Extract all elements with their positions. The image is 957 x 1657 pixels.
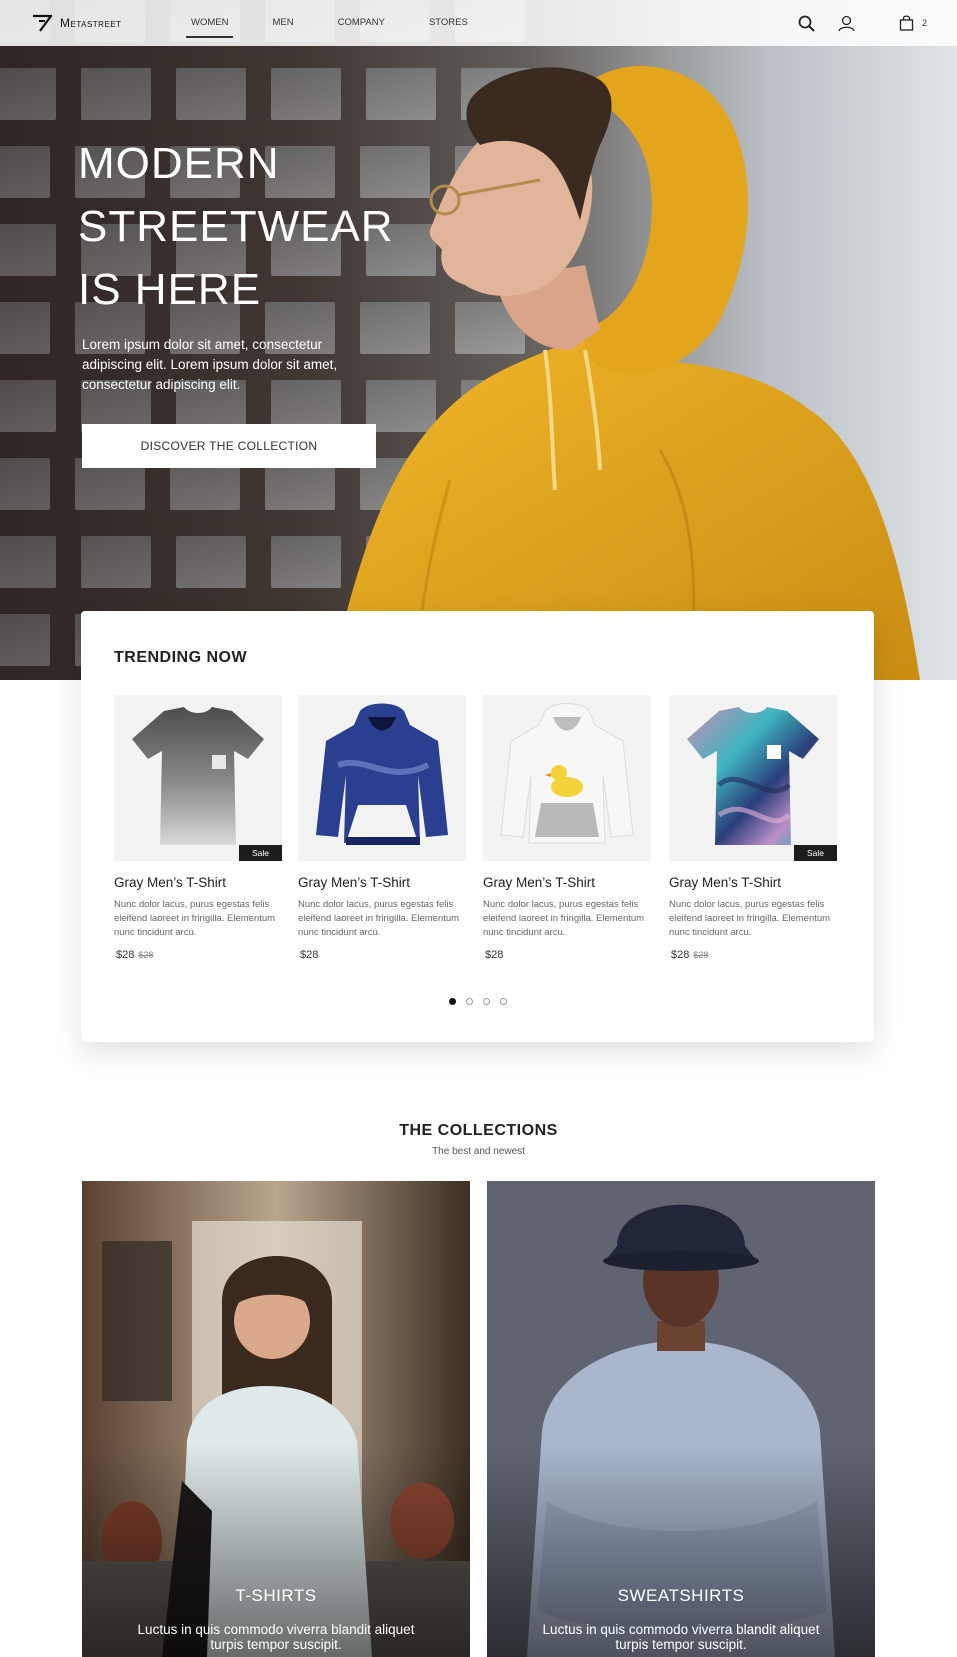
product-description: Nunc dolor lacus, purus egestas felis el… (298, 899, 460, 938)
collection-card-sweatshirts[interactable]: SWEATSHIRTS Luctus in quis commodo viver… (487, 1181, 875, 1657)
brand-name: Metastreet (60, 16, 122, 30)
white-duck-hoodie-image (500, 703, 634, 844)
current-price: $28 (116, 949, 135, 961)
product-name[interactable]: Gray Men’s T-Shirt (669, 875, 837, 890)
collections-subtitle: The best and newest (432, 1146, 525, 1157)
old-price: $28 (138, 950, 154, 960)
cart-count-badge: 2 (921, 18, 927, 28)
product-description: Nunc dolor lacus, purus egestas felis el… (483, 899, 645, 938)
sale-badge: Sale (238, 845, 282, 861)
product-price: $28 $28 (669, 949, 837, 961)
product-price: $28 (298, 949, 466, 961)
gray-tshirt-image (132, 707, 264, 845)
hero-title-line: STREETWEAR (78, 202, 394, 251)
hero-model-image (330, 66, 920, 680)
collection-label[interactable]: SWEATSHIRTS (487, 1586, 875, 1606)
collections-title: THE COLLECTIONS (399, 1122, 558, 1139)
product-image[interactable] (298, 695, 466, 861)
current-price: $28 (671, 949, 690, 961)
logo-icon (33, 14, 52, 32)
product-card[interactable]: Sale Gray Men’s T-Shirt Nunc dolor lacus… (114, 695, 282, 961)
product-name[interactable]: Gray Men’s T-Shirt (483, 875, 651, 890)
carousel-dot[interactable] (449, 998, 456, 1005)
product-name[interactable]: Gray Men’s T-Shirt (298, 875, 466, 890)
product-description: Nunc dolor lacus, purus egestas felis el… (114, 899, 276, 938)
collection-description: Luctus in quis commodo viverra blandit a… (137, 1622, 415, 1652)
nav-link-stores[interactable]: STORES (424, 0, 473, 46)
brand-logo[interactable]: Metastreet (32, 14, 122, 32)
product-image[interactable]: Sale (114, 695, 282, 861)
marble-tshirt-image (687, 707, 819, 845)
collection-card-tshirts[interactable]: T-SHIRTS Luctus in quis commodo viverra … (82, 1181, 470, 1657)
nav-link-company[interactable]: COMPANY (333, 0, 390, 46)
product-card[interactable]: Sale Gray Men’s T-Shirt Nunc dolor lacus… (669, 695, 837, 961)
product-price: $28 (483, 949, 651, 961)
current-price: $28 (300, 949, 319, 961)
product-description: Nunc dolor lacus, purus egestas felis el… (669, 899, 831, 938)
product-card[interactable]: Gray Men’s T-Shirt Nunc dolor lacus, pur… (298, 695, 466, 961)
main-nav: WOMEN MEN COMPANY STORES (186, 0, 507, 46)
hero-section: Metastreet WOMEN MEN COMPANY STORES 2 MO… (0, 0, 957, 680)
carousel-dot[interactable] (466, 998, 473, 1005)
top-navbar: Metastreet WOMEN MEN COMPANY STORES 2 (0, 0, 957, 46)
old-price: $28 (693, 950, 709, 960)
hero-title: MODERN STREETWEAR IS HERE (78, 132, 498, 321)
carousel-dot[interactable] (500, 998, 507, 1005)
blue-hoodie-image (316, 703, 448, 845)
hero-title-line: IS HERE (78, 265, 262, 314)
nav-link-men[interactable]: MEN (267, 0, 298, 46)
search-icon[interactable] (796, 12, 818, 34)
product-image[interactable] (483, 695, 651, 861)
collection-description: Luctus in quis commodo viverra blandit a… (542, 1622, 820, 1652)
cart-button[interactable]: 2 (896, 12, 927, 34)
user-icon[interactable] (836, 12, 858, 34)
nav-link-women[interactable]: WOMEN (186, 0, 234, 46)
current-price: $28 (485, 949, 504, 961)
section-title: TRENDING NOW (114, 649, 248, 666)
hero-title-line: MODERN (78, 139, 280, 188)
discover-collection-button[interactable]: DISCOVER THE COLLECTION (82, 424, 376, 468)
product-card[interactable]: Gray Men’s T-Shirt Nunc dolor lacus, pur… (483, 695, 651, 961)
nav-actions: 2 (796, 0, 927, 46)
collection-label[interactable]: T-SHIRTS (82, 1586, 470, 1606)
product-price: $28 $28 (114, 949, 282, 961)
product-name[interactable]: Gray Men’s T-Shirt (114, 875, 282, 890)
hero-description: Lorem ipsum dolor sit amet, consectetur … (82, 337, 338, 392)
carousel-dot[interactable] (483, 998, 490, 1005)
carousel-pagination (449, 998, 507, 1005)
trending-now-panel: TRENDING NOW Sale Gray Men’s T-Shirt Nun… (81, 611, 874, 1042)
shopping-bag-icon (896, 12, 918, 34)
sale-badge: Sale (793, 845, 837, 861)
product-image[interactable]: Sale (669, 695, 837, 861)
